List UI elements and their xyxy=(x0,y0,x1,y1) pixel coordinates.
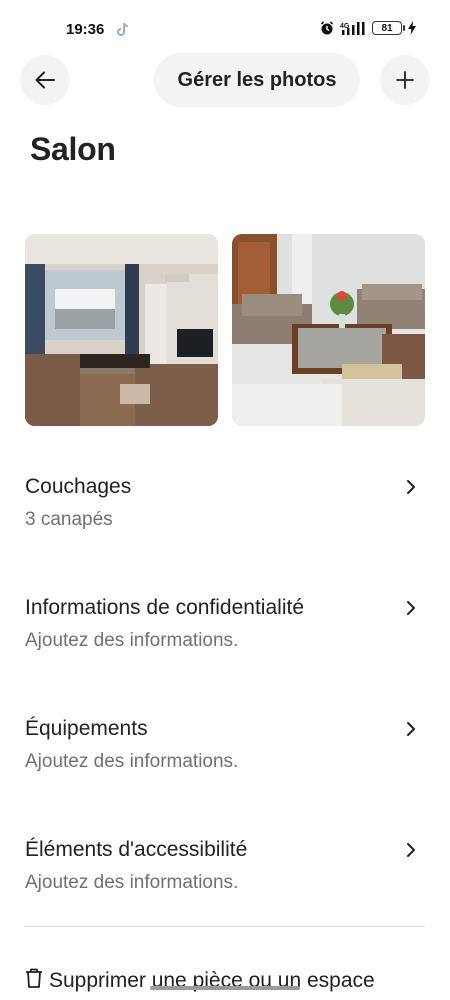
manage-photos-button[interactable]: Gérer les photos xyxy=(154,53,360,107)
chevron-right-icon xyxy=(407,601,415,615)
back-button[interactable] xyxy=(20,55,70,105)
row-title: Équipements xyxy=(25,717,148,740)
row-confidentialite[interactable]: Informations de confidentialité Ajoutez … xyxy=(25,595,425,653)
chevron-right-icon xyxy=(407,480,415,494)
home-indicator[interactable] xyxy=(150,986,300,990)
row-subtitle: Ajoutez des informations. xyxy=(25,751,239,772)
room-photo-2[interactable] xyxy=(232,234,425,426)
delete-room-button[interactable]: Supprimer une pièce ou un espace xyxy=(25,968,375,998)
row-subtitle: Ajoutez des informations. xyxy=(25,872,239,893)
battery-icon: 81 xyxy=(372,21,405,35)
divider xyxy=(25,926,425,927)
row-equipements[interactable]: Équipements Ajoutez des informations. xyxy=(25,716,425,774)
signal-4g-icon: 4G xyxy=(340,22,365,35)
living-room-photo-1 xyxy=(25,234,218,426)
page-title: Salon xyxy=(30,131,116,167)
delete-room-label: Supprimer une pièce ou un espace xyxy=(49,969,375,992)
plus-icon xyxy=(396,71,414,89)
alarm-icon xyxy=(320,21,334,35)
row-title: Éléments d'accessibilité xyxy=(25,838,248,861)
living-room-photo-2 xyxy=(232,234,425,426)
add-button[interactable] xyxy=(380,55,430,105)
chevron-right-icon xyxy=(407,722,415,736)
arrow-left-icon xyxy=(35,71,55,89)
trash-icon xyxy=(26,968,42,988)
row-title: Couchages xyxy=(25,475,132,498)
row-couchages[interactable]: Couchages 3 canapés xyxy=(25,474,425,532)
row-accessibilite[interactable]: Éléments d'accessibilité Ajoutez des inf… xyxy=(25,837,425,895)
battery-level: 81 xyxy=(381,22,393,34)
status-icons: 4G 81 xyxy=(320,21,416,35)
tiktok-icon xyxy=(117,22,129,36)
status-bar: 19:36 4G 81 xyxy=(0,0,450,60)
charging-icon xyxy=(408,21,416,35)
row-subtitle: Ajoutez des informations. xyxy=(25,630,239,651)
room-photo-1[interactable] xyxy=(25,234,218,426)
status-time: 19:36 xyxy=(66,21,105,38)
row-title: Informations de confidentialité xyxy=(25,596,304,619)
row-subtitle: 3 canapés xyxy=(25,509,113,530)
chevron-right-icon xyxy=(407,843,415,857)
